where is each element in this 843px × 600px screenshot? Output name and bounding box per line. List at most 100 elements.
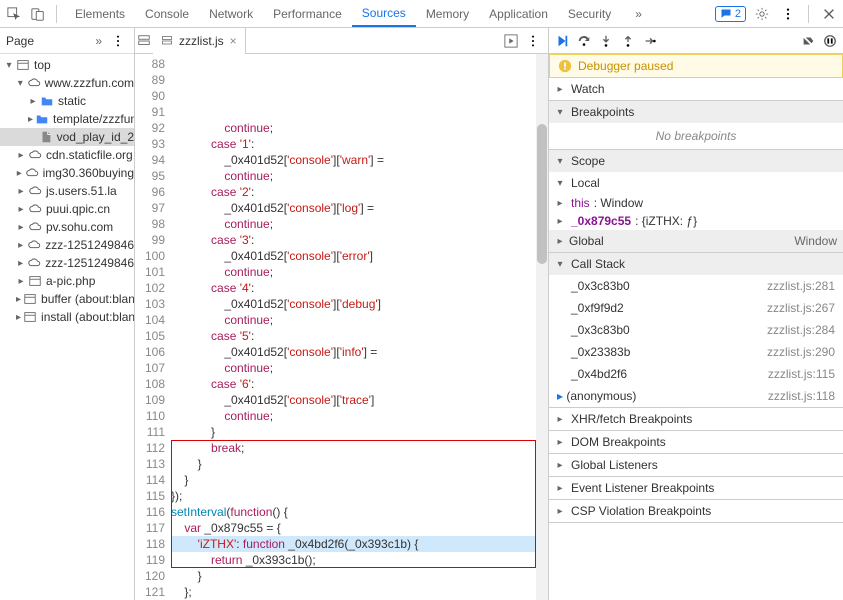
step-icon[interactable] [643, 34, 657, 48]
callstack-frame[interactable]: _0x3c83b0zzzlist.js:281 [549, 275, 843, 297]
code-line[interactable]: continue; [171, 216, 548, 232]
tree-item[interactable]: js.users.51.la [0, 182, 134, 200]
folder-icon [40, 94, 54, 108]
code-line[interactable]: case '2': [171, 184, 548, 200]
callstack-section[interactable]: Call Stack [549, 253, 843, 275]
step-into-icon[interactable] [599, 34, 613, 48]
step-over-icon[interactable] [577, 34, 591, 48]
tab-elements[interactable]: Elements [65, 0, 135, 27]
code-line[interactable]: continue; [171, 120, 548, 136]
callstack-frame[interactable]: _0x23383bzzzlist.js:290 [549, 341, 843, 363]
code-line[interactable]: case '6': [171, 376, 548, 392]
file-tree[interactable]: topwww.zzzfun.comstatictemplate/zzzfunvo… [0, 54, 134, 326]
tab-memory[interactable]: Memory [416, 0, 479, 27]
code-line[interactable]: continue; [171, 312, 548, 328]
dom-bp-section[interactable]: DOM Breakpoints [549, 431, 843, 453]
scope-section[interactable]: Scope [549, 150, 843, 172]
pause-on-exception-icon[interactable] [823, 34, 837, 48]
tree-item[interactable]: cdn.staticfile.org [0, 146, 134, 164]
scope-global[interactable]: GlobalWindow [549, 230, 843, 252]
tree-item[interactable]: puui.qpic.cn [0, 200, 134, 218]
tab-console[interactable]: Console [135, 0, 199, 27]
code-line[interactable]: continue; [171, 408, 548, 424]
main-toolbar: ElementsConsoleNetworkPerformanceSources… [0, 0, 843, 28]
csp-bp-section[interactable]: CSP Violation Breakpoints [549, 500, 843, 522]
frame-icon [23, 310, 37, 324]
file-menu-icon[interactable] [135, 33, 153, 49]
scope-variable[interactable]: _0x879c55: {iZTHX: ƒ} [549, 212, 843, 230]
code-line[interactable]: } [171, 472, 548, 488]
code-line[interactable]: var _0x879c55 = { [171, 520, 548, 536]
deactivate-bp-icon[interactable] [801, 34, 815, 48]
code-line[interactable]: }); [171, 488, 548, 504]
callstack-frame[interactable]: _0x3c83b0zzzlist.js:284 [549, 319, 843, 341]
code-line[interactable]: return _0x393c1b(); [171, 552, 548, 568]
frame-icon [28, 274, 42, 288]
tree-item[interactable]: www.zzzfun.com [0, 74, 134, 92]
scope-variable[interactable]: this: Window [549, 194, 843, 212]
tab-security[interactable]: Security [558, 0, 621, 27]
code-line[interactable]: } [171, 568, 548, 584]
tree-item[interactable]: buffer (about:blank) [0, 290, 134, 308]
file-tab[interactable]: zzzlist.js × [153, 28, 246, 54]
tab-sources[interactable]: Sources [352, 0, 416, 27]
code-line[interactable]: case '1': [171, 136, 548, 152]
tree-item[interactable]: a-pic.php [0, 272, 134, 290]
code-line[interactable]: setInterval(function() { [171, 504, 548, 520]
tree-item[interactable]: template/zzzfun [0, 110, 134, 128]
callstack-frame[interactable]: (anonymous)zzzlist.js:118 [549, 385, 843, 407]
code-line[interactable]: _0x401d52['console']['trace'] [171, 392, 548, 408]
event-listener-bp-section[interactable]: Event Listener Breakpoints [549, 477, 843, 499]
tree-item[interactable]: img30.360buying [0, 164, 134, 182]
code-line[interactable]: _0x401d52['console']['debug'] [171, 296, 548, 312]
code-line[interactable]: case '5': [171, 328, 548, 344]
resume-icon[interactable] [555, 34, 569, 48]
tab-more[interactable]: » [625, 0, 652, 27]
tree-item[interactable]: zzz-1251249846 [0, 236, 134, 254]
code-line[interactable]: _0x401d52['console']['warn'] = [171, 152, 548, 168]
watch-section[interactable]: Watch [549, 78, 843, 100]
chat-badge[interactable]: 2 [715, 6, 746, 22]
navigator-more[interactable]: » [95, 34, 102, 48]
tab-application[interactable]: Application [479, 0, 558, 27]
code-line[interactable]: _0x401d52['console']['info'] = [171, 344, 548, 360]
code-line[interactable]: case '4': [171, 280, 548, 296]
code-line[interactable]: 'iZTHX': function _0x4bd2f6(_0x393c1b) { [171, 536, 548, 552]
callstack-frame[interactable]: _0x4bd2f6zzzlist.js:115 [549, 363, 843, 385]
navigator-kebab-icon[interactable] [108, 31, 128, 51]
code-line[interactable]: }; [171, 584, 548, 600]
tree-item[interactable]: static [0, 92, 134, 110]
code-line[interactable]: _0x401d52['console']['error'] [171, 248, 548, 264]
tab-close-icon[interactable]: × [230, 34, 237, 48]
global-listeners-section[interactable]: Global Listeners [549, 454, 843, 476]
code-line[interactable]: continue; [171, 168, 548, 184]
vertical-scrollbar[interactable] [536, 54, 548, 600]
tab-performance[interactable]: Performance [263, 0, 352, 27]
xhr-bp-section[interactable]: XHR/fetch Breakpoints [549, 408, 843, 430]
tree-item[interactable]: top [0, 56, 134, 74]
breakpoints-section[interactable]: Breakpoints [549, 101, 843, 123]
kebab-icon[interactable] [778, 4, 798, 24]
code-line[interactable]: } [171, 424, 548, 440]
device-icon[interactable] [28, 4, 48, 24]
run-snippet-icon[interactable] [502, 33, 520, 49]
gear-icon[interactable] [752, 4, 772, 24]
code-line[interactable]: break; [171, 440, 548, 456]
tree-item[interactable]: vod_play_id_2 [0, 128, 134, 146]
scope-local[interactable]: Local [549, 172, 843, 194]
tree-item[interactable]: zzz-1251249846 [0, 254, 134, 272]
code-line[interactable]: _0x401d52['console']['log'] = [171, 200, 548, 216]
inspect-icon[interactable] [4, 4, 24, 24]
tabs-kebab-icon[interactable] [524, 33, 542, 49]
code-line[interactable]: continue; [171, 264, 548, 280]
step-out-icon[interactable] [621, 34, 635, 48]
close-icon[interactable] [819, 4, 839, 24]
tree-item[interactable]: pv.sohu.com [0, 218, 134, 236]
code-editor[interactable]: 8889909192939495969798991001011021031041… [135, 54, 548, 600]
callstack-frame[interactable]: _0xf9f9d2zzzlist.js:267 [549, 297, 843, 319]
code-line[interactable]: continue; [171, 360, 548, 376]
tree-item[interactable]: install (about:blank) [0, 308, 134, 326]
code-line[interactable]: } [171, 456, 548, 472]
tab-network[interactable]: Network [199, 0, 263, 27]
code-line[interactable]: case '3': [171, 232, 548, 248]
